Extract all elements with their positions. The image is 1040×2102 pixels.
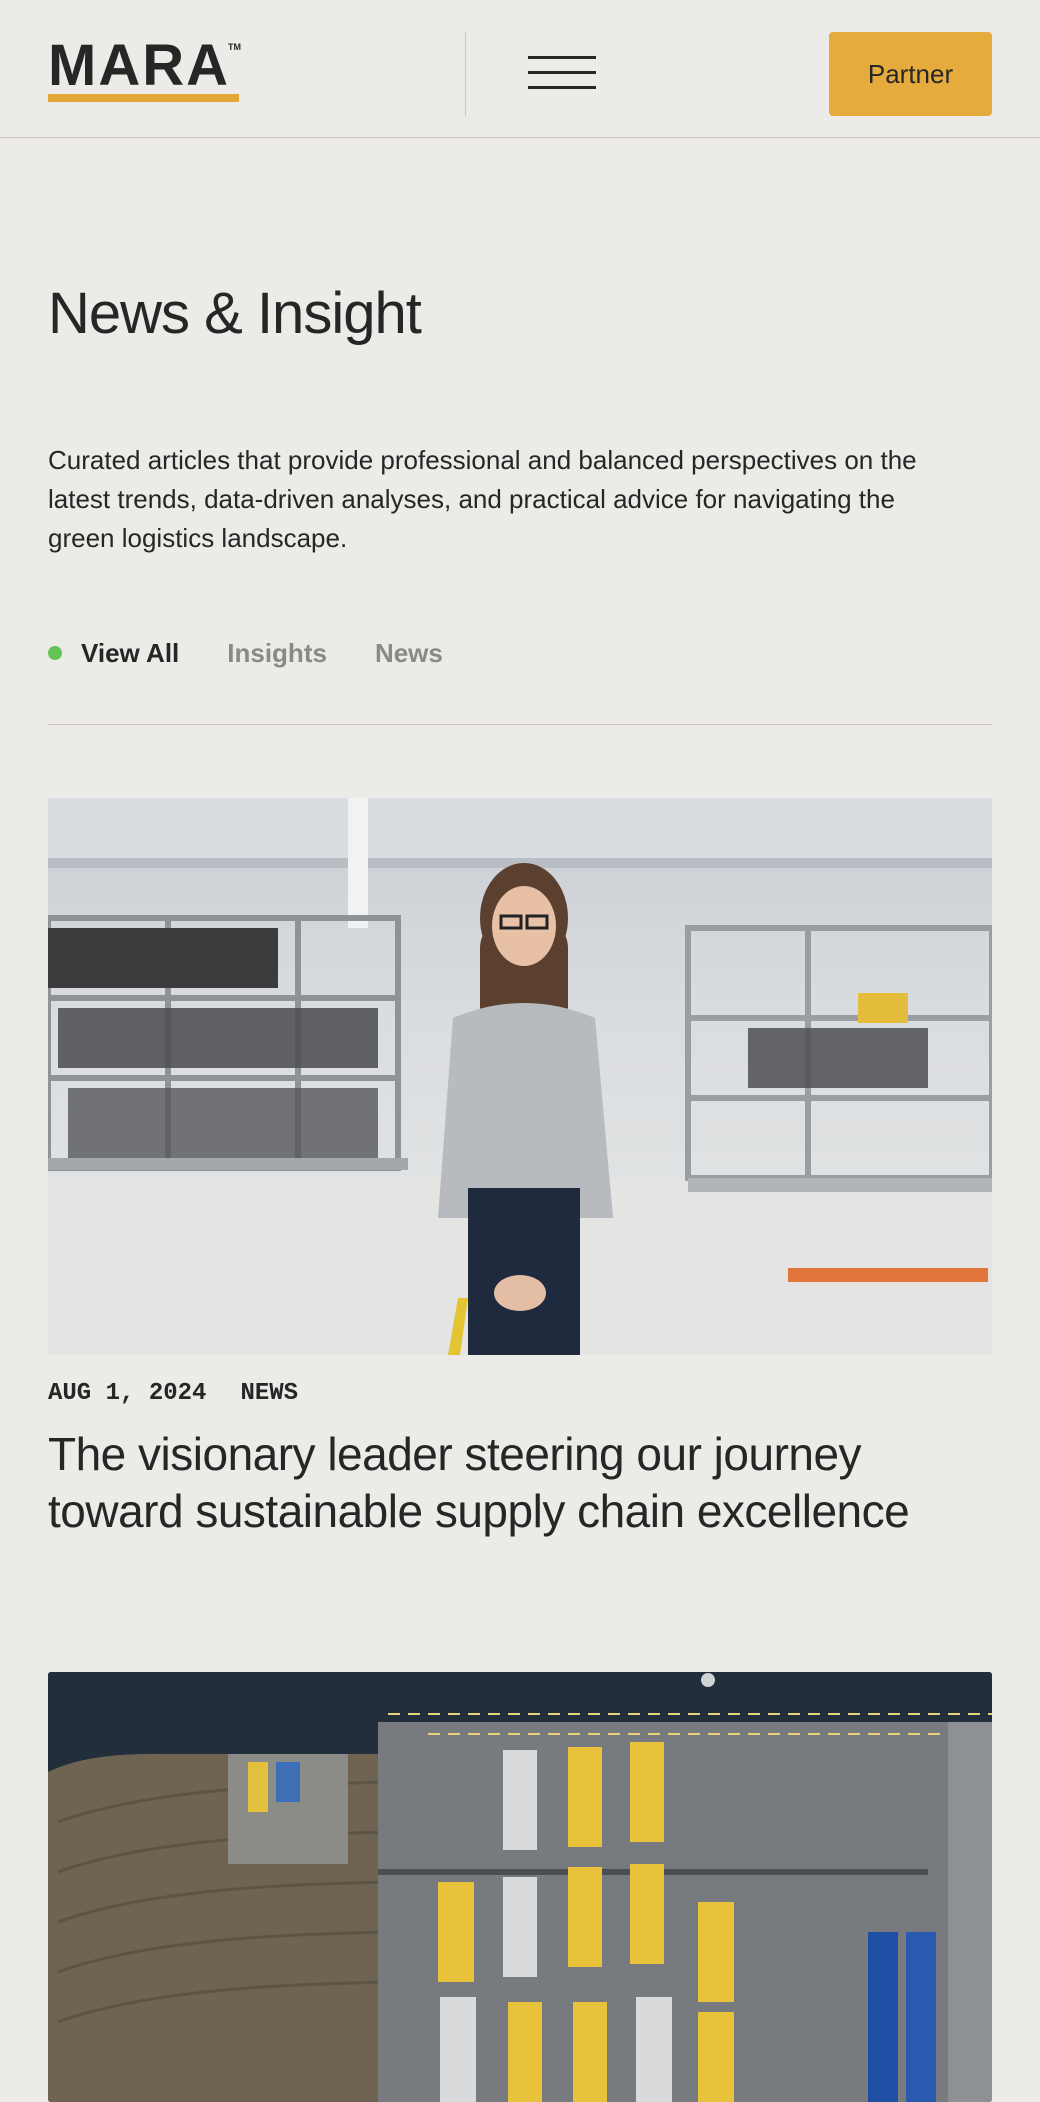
- mara-logo[interactable]: MARA TM: [48, 33, 244, 104]
- filter-view-all[interactable]: View All: [48, 638, 179, 669]
- logo-trademark: TM: [228, 42, 241, 52]
- page-intro: Curated articles that provide profession…: [48, 445, 917, 553]
- partner-button[interactable]: Partner: [829, 32, 992, 116]
- article-image-aerial-port[interactable]: [48, 1672, 992, 2102]
- article-date: AUG 1, 2024: [48, 1380, 207, 1407]
- article-category: NEWS: [240, 1380, 299, 1407]
- active-dot-icon: [48, 646, 62, 660]
- logo-wordmark: MARA: [48, 33, 230, 98]
- article-title[interactable]: The visionary leader steering our journe…: [48, 1426, 1008, 1540]
- header-divider: [465, 32, 466, 116]
- filter-insights[interactable]: Insights: [227, 638, 327, 669]
- filter-news[interactable]: News: [375, 638, 443, 669]
- filters-divider: [48, 724, 992, 725]
- hamburger-menu-icon[interactable]: [524, 52, 600, 94]
- site-header: MARA TM Partner: [0, 0, 1040, 138]
- page-title: News & Insight: [48, 281, 422, 346]
- filter-label: View All: [81, 637, 180, 668]
- category-filters: View All Insights News: [48, 633, 491, 673]
- filter-label: Insights: [227, 637, 327, 668]
- logo-underline: [48, 94, 239, 102]
- filter-label: News: [374, 637, 443, 668]
- article-image-factory[interactable]: [48, 798, 992, 1355]
- article-meta: AUG 1, 2024 NEWS: [48, 1380, 298, 1407]
